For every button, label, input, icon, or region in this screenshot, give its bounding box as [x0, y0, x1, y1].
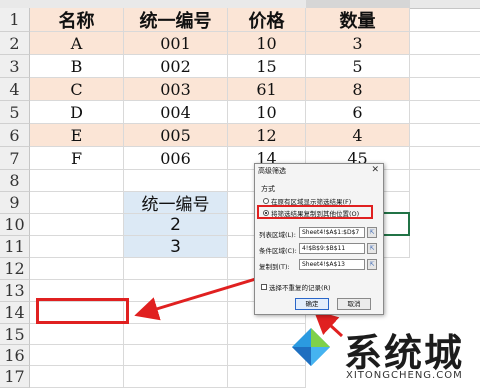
- copy-to-label: 复制到(T):: [259, 263, 290, 271]
- copy-to-input[interactable]: Sheet4!$A$13: [299, 259, 365, 270]
- list-range-input[interactable]: Sheet4!$A$1:$D$7: [299, 227, 365, 238]
- ok-button[interactable]: 确定: [295, 298, 329, 310]
- criteria-range-label: 条件区域(C):: [259, 247, 297, 255]
- range-picker-icon[interactable]: ⇱: [367, 259, 377, 270]
- radio-icon[interactable]: [263, 198, 269, 204]
- site-logo: 系统城 XITONGCHENG.COM: [282, 316, 480, 388]
- advanced-filter-dialog: 高级筛选 ✕ 方式 在原有区域显示筛选结果(F) 将筛选结果复制到其他位置(O)…: [254, 163, 384, 315]
- dialog-title: 高级筛选: [258, 167, 286, 175]
- logo-text: 系统城: [344, 331, 465, 375]
- close-icon[interactable]: ✕: [371, 165, 379, 175]
- range-picker-icon[interactable]: ⇱: [367, 227, 377, 238]
- section-label: 方式: [261, 185, 275, 193]
- range-picker-icon[interactable]: ⇱: [367, 243, 377, 254]
- cancel-button[interactable]: 取消: [337, 298, 371, 310]
- checkbox-label: 选择不重复的记录(R): [269, 284, 331, 292]
- criteria-range-input[interactable]: 4!$B$9:$B$11: [299, 243, 365, 254]
- logo-url: XITONGCHENG.COM: [346, 370, 463, 381]
- option-highlight: [257, 205, 373, 219]
- list-range-label: 列表区域(L):: [259, 231, 296, 239]
- unique-records-option[interactable]: 选择不重复的记录(R): [261, 282, 331, 292]
- checkbox-icon[interactable]: [261, 284, 267, 290]
- logo-icon: [292, 328, 330, 366]
